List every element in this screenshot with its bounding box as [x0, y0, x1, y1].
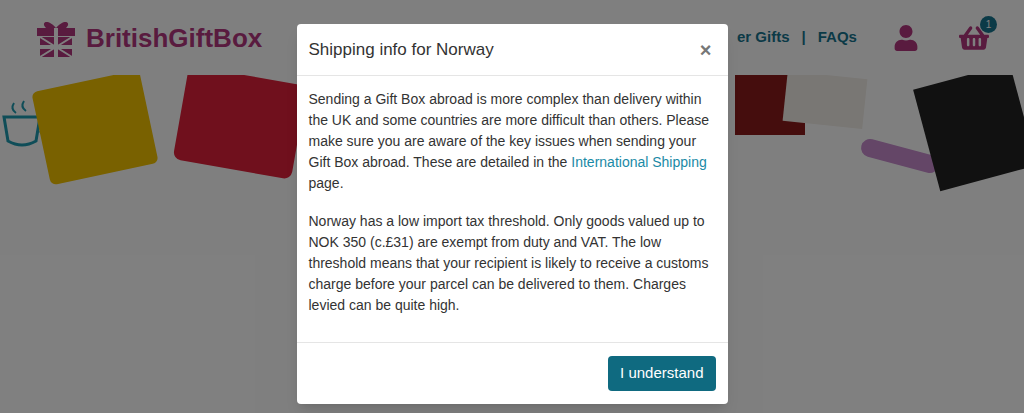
- dialog-body: Sending a Gift Box abroad is more comple…: [297, 76, 728, 342]
- dialog-paragraph: Norway has a low import tax threshold. O…: [309, 211, 716, 316]
- dialog-footer: I understand: [297, 342, 728, 404]
- modal-overlay[interactable]: Shipping info for Norway × Sending a Gift …: [0, 0, 1024, 413]
- dialog-paragraph: Sending a Gift Box abroad is more comple…: [309, 89, 716, 194]
- close-button[interactable]: ×: [696, 40, 716, 60]
- page: BritishGiftBoxer Gifts|FAQs1Shipping inf…: [0, 0, 1024, 413]
- dialog-header: Shipping info for Norway ×: [297, 24, 728, 76]
- understand-button[interactable]: I understand: [608, 356, 715, 391]
- shipping-dialog: Shipping info for Norway × Sending a Gift …: [297, 24, 728, 404]
- dialog-title: Shipping info for Norway: [309, 37, 494, 63]
- shipping-link[interactable]: International Shipping: [571, 154, 706, 170]
